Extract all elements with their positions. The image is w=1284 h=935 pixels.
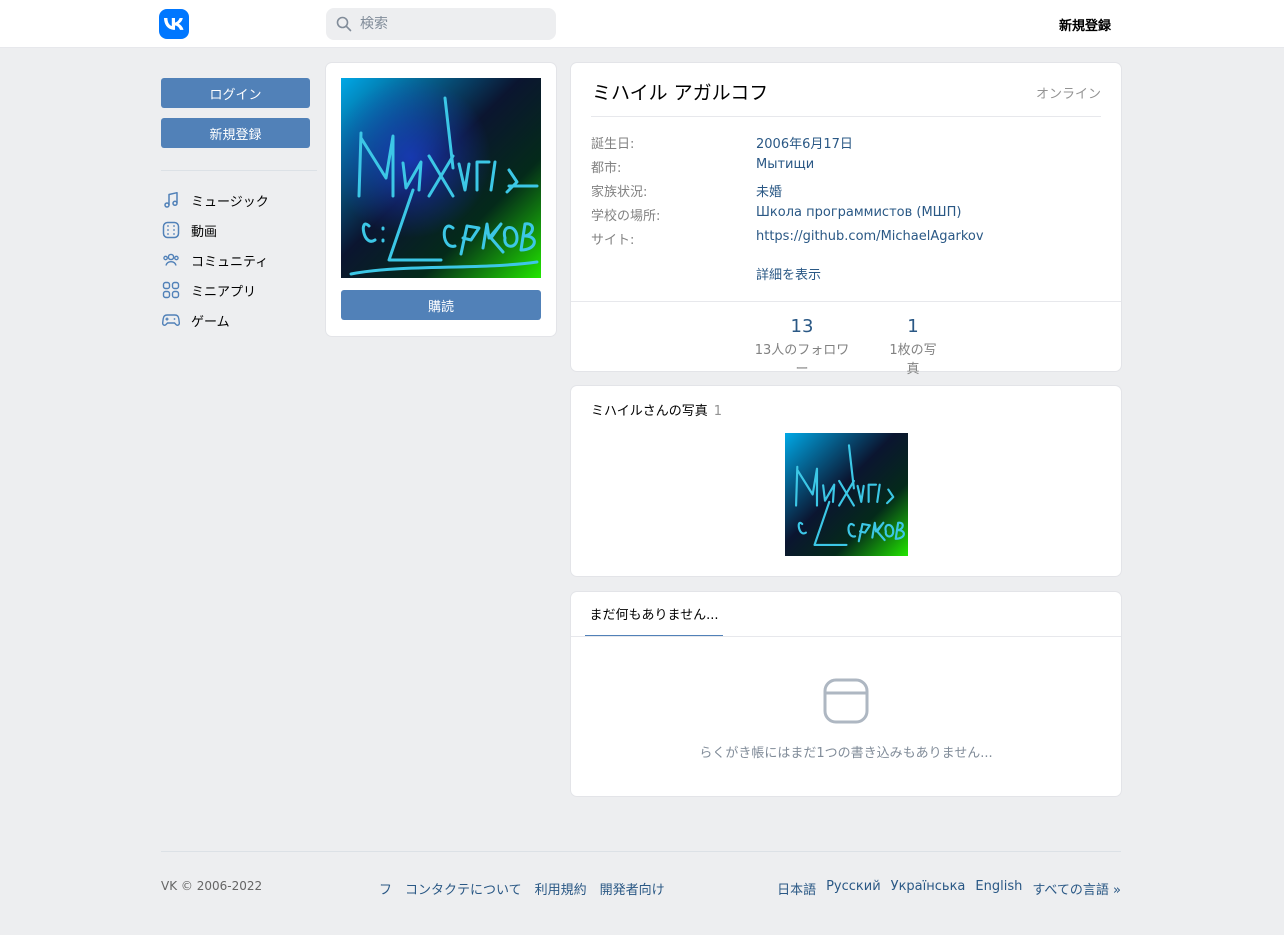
- avatar-card: 購読: [326, 63, 556, 336]
- show-more-link[interactable]: 詳細を表示: [756, 264, 821, 283]
- lang-all[interactable]: すべての言語 »: [1032, 879, 1121, 898]
- wall-divider: [571, 636, 1121, 637]
- info-label: 家族状況:: [591, 185, 648, 200]
- profile-name: ミハイル アガルコフ: [592, 82, 769, 104]
- sidebar-nav: ミュージック 動画 コミュニティ ミニアプリ ゲーム: [161, 185, 321, 335]
- subscribe-button[interactable]: 購読: [341, 290, 541, 320]
- footer-link-about[interactable]: コンタクテについて: [405, 879, 522, 898]
- followers-label: 13人のフォロワー: [754, 343, 850, 377]
- city-link[interactable]: Мытищи: [756, 157, 814, 172]
- sidebar-item-label: コミュニティ: [191, 254, 269, 270]
- birthday-link[interactable]: 2006年6月17日: [756, 133, 853, 152]
- empty-wall-icon: [823, 678, 869, 728]
- info-label: 都市:: [591, 161, 622, 176]
- lang-english[interactable]: English: [975, 879, 1022, 898]
- search-input[interactable]: [360, 16, 550, 32]
- mini-apps-icon: [161, 280, 181, 300]
- photos-card: ミハイルさんの写真 1: [571, 386, 1121, 576]
- search-icon: [336, 16, 352, 32]
- website-link[interactable]: https://github.com/MichaelAgarkov: [756, 229, 984, 244]
- sidebar-item-label: 動画: [191, 224, 218, 240]
- photos-header-link[interactable]: ミハイルさんの写真 1: [591, 400, 722, 419]
- info-row-site: サイト: https://github.com/MichaelAgarkov: [591, 229, 1101, 249]
- online-status: オンライン: [1035, 87, 1101, 102]
- profile-divider: [591, 116, 1101, 117]
- wall-card: まだ何もありません... らくがき帳にはまだ1つの書き込みもありません...: [571, 592, 1121, 796]
- vk-logo-icon[interactable]: [159, 9, 189, 39]
- lang-ukrainian[interactable]: Українська: [891, 879, 966, 898]
- empty-wall-text: らくがき帳にはまだ1つの書き込みもありません...: [699, 746, 993, 761]
- sidebar-item-video[interactable]: 動画: [161, 215, 321, 245]
- followers-stat[interactable]: 13 13人のフォロワー: [749, 316, 855, 377]
- top-bar: 新規登録: [0, 0, 1284, 48]
- stats-divider: [571, 301, 1121, 302]
- sidebar-item-label: ゲーム: [191, 314, 230, 330]
- sidebar-item-community[interactable]: コミュニティ: [161, 245, 321, 275]
- photos-stat[interactable]: 1 1枚の写真: [883, 316, 943, 377]
- photos-stat-count: 1: [907, 316, 919, 337]
- gamepad-icon: [161, 310, 181, 330]
- photos-stat-label: 1枚の写真: [889, 343, 937, 377]
- sidebar-item-games[interactable]: ゲーム: [161, 305, 321, 335]
- lang-russian[interactable]: Русский: [826, 879, 881, 898]
- search-box[interactable]: [326, 8, 556, 40]
- community-icon: [161, 250, 181, 270]
- profile-avatar[interactable]: [341, 78, 541, 278]
- info-row-relationship: 家族状況: 未婚: [591, 181, 1101, 201]
- language-links: 日本語 Русский Українська English すべての言語 »: [767, 879, 1121, 898]
- lang-japanese[interactable]: 日本語: [777, 879, 816, 898]
- login-button[interactable]: ログイン: [161, 78, 310, 108]
- wall-tab[interactable]: まだ何もありません...: [585, 592, 723, 637]
- sidebar-divider: [161, 170, 317, 171]
- music-icon: [161, 190, 181, 210]
- relationship-link[interactable]: 未婚: [756, 181, 782, 200]
- info-label: 学校の場所:: [591, 209, 661, 224]
- info-label: 誕生日:: [591, 137, 635, 152]
- followers-count: 13: [790, 316, 814, 337]
- info-row-birthday: 誕生日: 2006年6月17日: [591, 133, 1101, 153]
- photo-thumbnail[interactable]: [785, 433, 908, 556]
- photos-title: ミハイルさんの写真: [591, 404, 708, 419]
- register-button[interactable]: 新規登録: [161, 118, 310, 148]
- school-link[interactable]: Школа программистов (МШП): [756, 205, 961, 220]
- copyright: VK © 2006-2022: [161, 879, 263, 893]
- sidebar-item-label: ミニアプリ: [191, 284, 257, 300]
- sidebar-item-label: ミュージック: [191, 194, 269, 210]
- footer-link[interactable]: フ: [379, 879, 392, 898]
- footer-links: フ コンタクテについて 利用規約 開発者向け: [379, 879, 678, 898]
- footer-link-terms[interactable]: 利用規約: [535, 879, 587, 898]
- sidebar-item-music[interactable]: ミュージック: [161, 185, 321, 215]
- info-row-school: 学校の場所: Школа программистов (МШП): [591, 205, 1101, 225]
- profile-info-card: ミハイル アガルコフ オンライン 誕生日: 2006年6月17日 都市: Мыт…: [571, 63, 1121, 377]
- footer-link-developers[interactable]: 開発者向け: [600, 879, 665, 898]
- footer-divider: [161, 851, 1121, 852]
- header-register-link[interactable]: 新規登録: [1059, 15, 1111, 34]
- info-row-city: 都市: Мытищи: [591, 157, 1101, 177]
- sidebar-item-mini-apps[interactable]: ミニアプリ: [161, 275, 321, 305]
- info-label: サイト:: [591, 233, 635, 248]
- photos-count: 1: [713, 404, 723, 419]
- video-icon: [161, 220, 181, 240]
